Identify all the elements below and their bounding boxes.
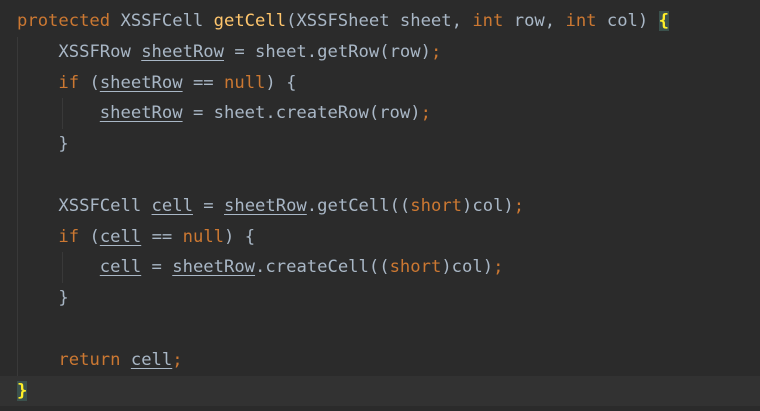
- keyword-null: null: [182, 226, 225, 247]
- type-xssfcell: XSSFCell: [58, 195, 152, 216]
- code-line-10[interactable]: }: [0, 283, 760, 314]
- indent-guide: [17, 252, 18, 284]
- paren-open: (: [79, 72, 100, 93]
- variable-sheetrow: sheetRow: [224, 195, 307, 216]
- indent-guide: [17, 36, 18, 68]
- code-line-4[interactable]: sheetRow = sheet.createRow(row);: [0, 98, 760, 130]
- type-xssfrow: XSSFRow: [58, 41, 142, 62]
- variable-cell: cell: [151, 195, 193, 216]
- variable-cell: cell: [99, 257, 142, 278]
- operator-eq: ==: [141, 226, 183, 247]
- keyword-if: if: [58, 72, 80, 93]
- code-line-2[interactable]: XSSFRow sheetRow = sheet.getRow(row);: [0, 36, 760, 68]
- operator-assign: =: [192, 195, 224, 216]
- indent-guide: [17, 313, 18, 345]
- semicolon: ;: [172, 349, 183, 370]
- variable-sheetrow: sheetRow: [172, 257, 256, 278]
- method-name: getCell: [213, 11, 287, 31]
- indent-guide: [62, 252, 63, 284]
- code-line-12[interactable]: return cell;: [0, 344, 760, 376]
- indent-guide: [17, 98, 18, 130]
- indent-guide: [17, 190, 18, 222]
- paren-open: (: [79, 226, 100, 247]
- indent-guide: [17, 129, 18, 160]
- keyword-protected: protected: [17, 11, 111, 31]
- method-call: .getCell((: [306, 195, 411, 216]
- keyword-int: int: [565, 11, 597, 31]
- code-line-9[interactable]: cell = sheetRow.createCell((short)col);: [0, 252, 760, 284]
- paren-close-brace: ) {: [224, 226, 256, 247]
- assignment-expr: = sheet.getRow(row): [224, 41, 431, 62]
- keyword-null: null: [224, 72, 266, 93]
- code-line-6[interactable]: [0, 159, 760, 191]
- code-editor[interactable]: protected XSSFCell getCell(XSSFSheet she…: [0, 0, 760, 411]
- param-col: col): [596, 11, 659, 31]
- keyword-if: if: [58, 226, 80, 247]
- param-sheet: (XSSFSheet sheet,: [286, 11, 473, 31]
- cast-arg: )col): [462, 195, 514, 216]
- keyword-short: short: [410, 195, 463, 216]
- code-line-5[interactable]: }: [0, 129, 760, 160]
- indent-guide: [17, 67, 18, 99]
- semicolon: ;: [420, 103, 431, 124]
- keyword-short: short: [389, 257, 442, 278]
- operator-eq: ==: [182, 72, 225, 93]
- indent-guide: [62, 98, 63, 130]
- cast-arg: )col): [441, 257, 494, 278]
- method-call: .createCell((: [255, 257, 390, 278]
- indent-guide: [17, 283, 18, 314]
- keyword-int: int: [472, 11, 504, 31]
- code-line-13[interactable]: }: [0, 375, 760, 407]
- code-line-7[interactable]: XSSFCell cell = sheetRow.getCell((short)…: [0, 190, 760, 222]
- operator-assign: =: [141, 257, 173, 278]
- return-type: XSSFCell: [110, 11, 214, 31]
- semicolon: ;: [430, 41, 442, 62]
- keyword-return: return: [58, 349, 121, 370]
- variable-sheetrow: sheetRow: [141, 41, 224, 62]
- matched-open-brace: {: [658, 11, 669, 31]
- matched-close-brace: }: [17, 380, 28, 401]
- variable-cell: cell: [99, 226, 142, 247]
- indent-guide: [17, 221, 18, 253]
- semicolon: ;: [513, 195, 525, 216]
- variable-cell: cell: [130, 349, 173, 370]
- close-brace: }: [58, 288, 69, 309]
- assignment-expr: = sheet.createRow(row): [182, 103, 421, 124]
- variable-sheetrow: sheetRow: [99, 103, 183, 124]
- code-line-3[interactable]: if (sheetRow == null) {: [0, 67, 760, 99]
- code-line-1[interactable]: protected XSSFCell getCell(XSSFSheet she…: [0, 6, 760, 37]
- indent-guide: [17, 159, 18, 191]
- indent-guide: [17, 344, 18, 376]
- close-brace: }: [58, 134, 69, 155]
- variable-sheetrow: sheetRow: [99, 72, 183, 93]
- paren-close-brace: ) {: [265, 72, 297, 93]
- code-line-11[interactable]: [0, 313, 760, 345]
- code-line-8[interactable]: if (cell == null) {: [0, 221, 760, 253]
- semicolon: ;: [493, 257, 504, 278]
- param-row: row,: [503, 11, 566, 31]
